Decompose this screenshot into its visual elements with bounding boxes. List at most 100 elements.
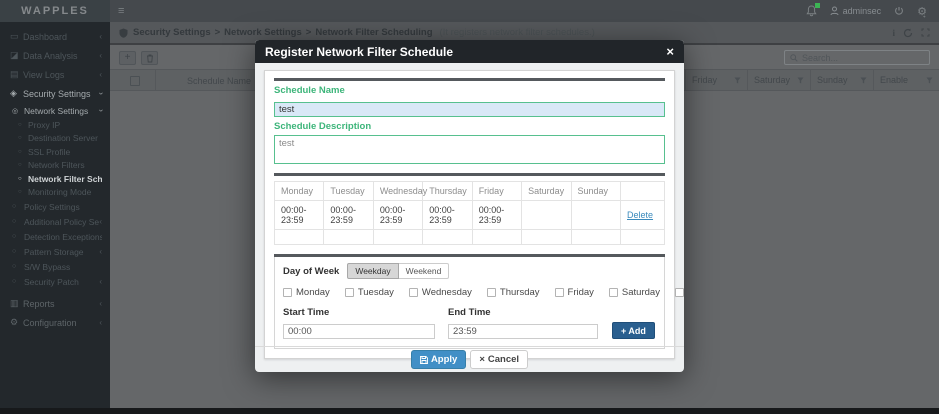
schedule-description-input[interactable]: test	[274, 135, 665, 164]
trash-icon	[146, 54, 154, 63]
checkbox-icon[interactable]	[409, 288, 418, 297]
hamburger-icon[interactable]: ≡	[118, 5, 124, 17]
chevron-left-icon: ‹	[99, 247, 102, 256]
sidebar-item-data-analysis[interactable]: ◪Data Analysis‹	[0, 46, 110, 65]
expand-icon[interactable]	[921, 28, 930, 37]
delete-schedule-button[interactable]	[141, 51, 158, 65]
sidebar-item-policy-settings[interactable]: ○Policy Settings	[0, 199, 110, 214]
sidebar-item-pattern-storage[interactable]: ○Pattern Storage‹	[0, 244, 110, 259]
day-checkbox-sunday[interactable]: Sunday	[675, 287, 684, 298]
weekday-button[interactable]: Weekday	[347, 263, 398, 279]
schedule-name-input[interactable]	[274, 102, 665, 117]
search-box	[784, 50, 930, 65]
dot-icon: ○	[18, 149, 28, 155]
chevron-left-icon: ‹	[99, 51, 102, 60]
week-col-thursday: Thursday	[423, 182, 472, 201]
delete-row-link[interactable]: Delete	[627, 210, 653, 220]
day-of-week-label: Day of Week	[283, 266, 339, 277]
day-checkbox-tuesday[interactable]: Tuesday	[345, 287, 394, 298]
time-range-cell	[275, 230, 324, 245]
chevron-down-icon: ‹	[96, 109, 105, 112]
day-checkbox-label: Thursday	[500, 287, 540, 298]
filter-funnel-icon[interactable]	[797, 77, 804, 84]
sidebar-item-view-logs[interactable]: ▤View Logs‹	[0, 65, 110, 84]
add-schedule-button[interactable]: +	[119, 51, 136, 65]
add-time-button[interactable]: + Add	[612, 322, 655, 339]
sidebar-item-network-settings[interactable]: ◎Network Settings‹	[0, 103, 110, 118]
sidebar-item-reports[interactable]: ▥Reports‹	[0, 294, 110, 313]
breadcrumb-part[interactable]: Network Filter Scheduling	[315, 27, 432, 38]
day-checkbox-saturday[interactable]: Saturday	[609, 287, 660, 298]
day-of-week-section: Day of Week Weekday Weekend Monday Tuesda…	[274, 257, 665, 349]
sidebar-item-label: SSL Profile	[28, 147, 102, 157]
filter-funnel-icon[interactable]	[926, 77, 933, 84]
sidebar-item-detection-exceptions[interactable]: ○Detection Exceptions	[0, 229, 110, 244]
notification-badge	[815, 3, 820, 8]
circle-icon: ○	[12, 263, 24, 270]
filter-funnel-icon[interactable]	[734, 77, 741, 84]
checkbox-icon[interactable]	[609, 288, 618, 297]
cancel-x-icon: ×	[479, 354, 485, 365]
sidebar-item-proxy-ip[interactable]: ○Proxy IP	[0, 118, 110, 132]
search-input[interactable]	[802, 53, 924, 63]
chevron-left-icon: ‹	[99, 299, 102, 308]
modal-title: Register Network Filter Schedule	[265, 45, 666, 59]
time-range-cell: 00:00-23:59	[373, 201, 422, 230]
settings-gears-button[interactable]: ⚙͎	[917, 5, 927, 18]
sidebar-item-destination-server[interactable]: ○Destination Server	[0, 132, 110, 146]
sidebar-item-dashboard[interactable]: ▭Dashboard‹	[0, 27, 110, 46]
sidebar-item-s-w-bypass[interactable]: ○S/W Bypass	[0, 259, 110, 274]
time-range-cell: 00:00-23:59	[472, 201, 521, 230]
close-icon[interactable]: ×	[666, 45, 674, 58]
sidebar-item-security-patch[interactable]: ○Security Patch‹	[0, 274, 110, 289]
day-checkbox-wednesday[interactable]: Wednesday	[409, 287, 472, 298]
apply-button[interactable]: Apply	[411, 350, 466, 369]
notifications-button[interactable]	[806, 5, 817, 17]
checkbox-icon[interactable]	[675, 288, 684, 297]
weekend-button[interactable]: Weekend	[399, 263, 450, 279]
time-range-cell	[324, 230, 373, 245]
sidebar-item-configuration[interactable]: ⚙Configuration‹	[0, 313, 110, 332]
chevron-left-icon: ‹	[99, 318, 102, 327]
save-icon	[420, 356, 428, 364]
filter-funnel-icon[interactable]	[860, 77, 867, 84]
day-checkbox-monday[interactable]: Monday	[283, 287, 330, 298]
user-menu[interactable]: adminsec	[830, 6, 882, 16]
day-checkbox-thursday[interactable]: Thursday	[487, 287, 540, 298]
time-range-cell	[571, 230, 620, 245]
chevron-left-icon: ‹	[99, 70, 102, 79]
week-schedule-table: MondayTuesdayWednesdayThursdayFridaySatu…	[274, 181, 665, 245]
file-icon: ▤	[10, 69, 23, 80]
time-range-cell	[522, 230, 571, 245]
sidebar-item-additional-policy-settings[interactable]: ○Additional Policy Settings‹	[0, 214, 110, 229]
sidebar-item-monitoring-mode[interactable]: ○Monitoring Mode	[0, 186, 110, 200]
action-cell	[621, 230, 665, 245]
sidebar-item-label: Security Settings	[23, 89, 99, 99]
cancel-button[interactable]: × Cancel	[470, 350, 528, 369]
checkbox-icon[interactable]	[283, 288, 292, 297]
start-time-input[interactable]	[283, 324, 435, 339]
column-schedule-name: Schedule Name	[187, 76, 251, 86]
sidebar-item-network-filter-scheduling[interactable]: ○Network Filter Scheduling	[0, 172, 110, 186]
info-icon[interactable]: i	[892, 28, 895, 38]
time-range-cell: 00:00-23:59	[423, 201, 472, 230]
sidebar-item-network-filters[interactable]: ○Network Filters	[0, 159, 110, 173]
refresh-icon[interactable]	[903, 28, 913, 38]
checkbox-icon[interactable]	[345, 288, 354, 297]
sidebar-item-ssl-profile[interactable]: ○SSL Profile	[0, 145, 110, 159]
breadcrumb-separator: >	[215, 27, 221, 38]
day-checkbox-label: Wednesday	[422, 287, 472, 298]
sidebar-item-label: Security Patch	[24, 277, 99, 287]
breadcrumb-part[interactable]: Network Settings	[224, 27, 302, 38]
select-all-checkbox[interactable]	[130, 76, 140, 86]
power-button[interactable]	[894, 6, 904, 16]
checkbox-icon[interactable]	[555, 288, 564, 297]
day-checkbox-friday[interactable]: Friday	[555, 287, 594, 298]
sidebar-item-label: Configuration	[23, 318, 99, 328]
end-time-input[interactable]	[448, 324, 598, 339]
sidebar-item-label: Data Analysis	[23, 51, 99, 61]
sidebar-item-security-settings[interactable]: ◈Security Settings‹	[0, 84, 110, 103]
checkbox-icon[interactable]	[487, 288, 496, 297]
time-range-cell: 00:00-23:59	[275, 201, 324, 230]
breadcrumb-part[interactable]: Security Settings	[133, 27, 211, 38]
